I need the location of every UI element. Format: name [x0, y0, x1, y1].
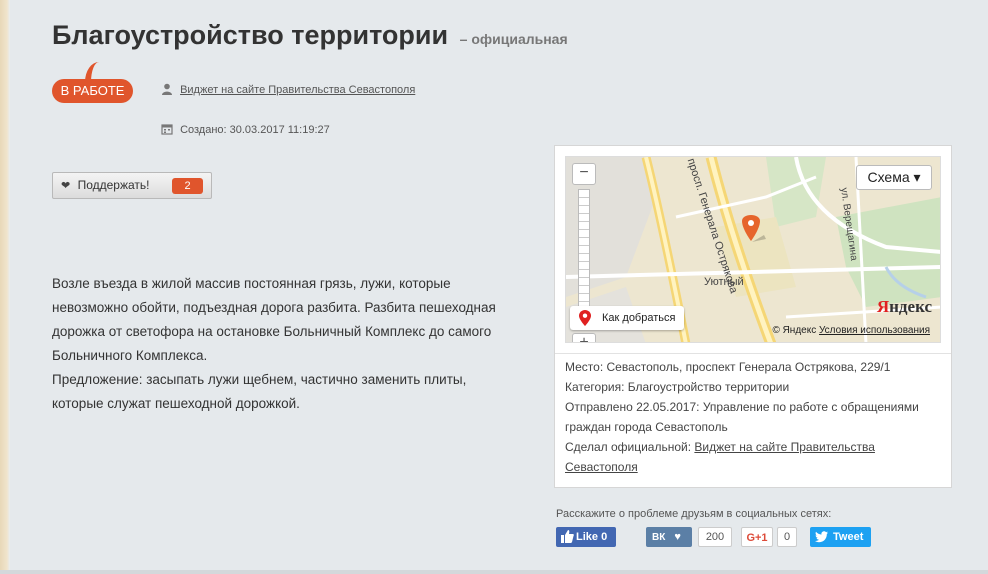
- official-prefix: Сделал официальной:: [565, 440, 692, 454]
- status-badge: В РАБОТЕ: [52, 62, 133, 103]
- description-line: которые служат пешеходной дорожкой.: [52, 396, 300, 411]
- vk-heart-icon: ♥: [674, 531, 681, 543]
- twitter-bird-icon: [815, 531, 828, 543]
- area-label: Уютный: [704, 276, 744, 288]
- zoom-in-button[interactable]: +: [572, 333, 596, 342]
- twitter-tweet-button[interactable]: Tweet: [810, 527, 871, 547]
- description-line: дорожка от светофора на остановке Больни…: [52, 324, 492, 339]
- created-line: Создано: 30.03.2017 11:19:27: [161, 123, 330, 136]
- heart-icon: ❤: [61, 180, 71, 192]
- title-suffix: – официальная: [459, 31, 568, 47]
- google-plus-button[interactable]: G+1: [741, 527, 773, 547]
- calendar-icon: [161, 124, 173, 135]
- official-line: Сделал официальной: Виджет на сайте Прав…: [565, 437, 935, 477]
- problem-description: Возле въезда в жилой массив постоянная г…: [52, 272, 532, 416]
- copyright-text: © Яндекс: [772, 325, 817, 336]
- description-line: невозможно обойти, подъездная дорога раз…: [52, 300, 496, 315]
- tweet-label: Tweet: [833, 531, 864, 543]
- yandex-logo: Яндекс: [876, 297, 932, 316]
- vk-share-button[interactable]: ВК ♥: [646, 527, 692, 547]
- place-line: Место: Севастополь, проспект Генерала Ос…: [565, 360, 891, 374]
- sent-line: Отправлено 22.05.2017: Управление по раб…: [565, 397, 935, 437]
- description-line: Предложение: засыпать лужи щебнем, части…: [52, 372, 467, 387]
- facebook-like-label: Like 0: [576, 531, 608, 543]
- status-label: В РАБОТЕ: [60, 83, 125, 98]
- page-edge-decoration: [0, 0, 10, 574]
- sent-text-2: граждан города Севастополь: [565, 420, 728, 434]
- user-icon: [162, 83, 172, 95]
- page-bottom-border: [0, 570, 988, 574]
- info-divider: [555, 353, 951, 354]
- created-text: Создано: 30.03.2017 11:19:27: [180, 124, 330, 136]
- sent-text-1: Отправлено 22.05.2017: Управление по раб…: [565, 400, 919, 414]
- support-button[interactable]: ❤ Поддержать! 2: [52, 172, 212, 199]
- route-button[interactable]: Как добраться: [570, 306, 684, 330]
- share-title: Расскажите о проблеме друзьям в социальн…: [556, 508, 832, 520]
- map[interactable]: просп. Генерала Острякова ул. Верещагина…: [565, 156, 941, 343]
- status-badge-tail: [85, 62, 99, 82]
- author-link[interactable]: Виджет на сайте Правительства Севастопол…: [180, 84, 415, 96]
- description-line: Возле въезда в жилой массив постоянная г…: [52, 276, 451, 291]
- route-label: Как добраться: [602, 312, 676, 324]
- support-count: 2: [172, 178, 203, 194]
- terms-link[interactable]: Условия использования: [819, 325, 930, 336]
- map-copyright: © Яндекс Условия использования: [772, 325, 930, 336]
- vk-share-count: 200: [698, 527, 732, 547]
- map-pin-icon: [579, 310, 591, 326]
- facebook-like-button[interactable]: Like 0: [556, 527, 616, 547]
- google-plus-count: 0: [777, 527, 797, 547]
- support-label: Поддержать!: [77, 178, 150, 192]
- zoom-out-button[interactable]: −: [572, 163, 596, 185]
- page-title: Благоустройство территории – официальная: [52, 20, 568, 51]
- info-panel: просп. Генерала Острякова ул. Верещагина…: [554, 145, 952, 488]
- vk-icon: ВК: [652, 532, 666, 543]
- category-line: Категория: Благоустройство территории: [565, 380, 790, 394]
- description-line: Больничного Комплекса.: [52, 348, 208, 363]
- thumbs-up-icon: [561, 530, 574, 543]
- map-layer-select[interactable]: Схема ▾: [856, 165, 932, 190]
- title-text: Благоустройство территории: [52, 20, 449, 50]
- author-line: Виджет на сайте Правительства Севастопол…: [161, 83, 415, 96]
